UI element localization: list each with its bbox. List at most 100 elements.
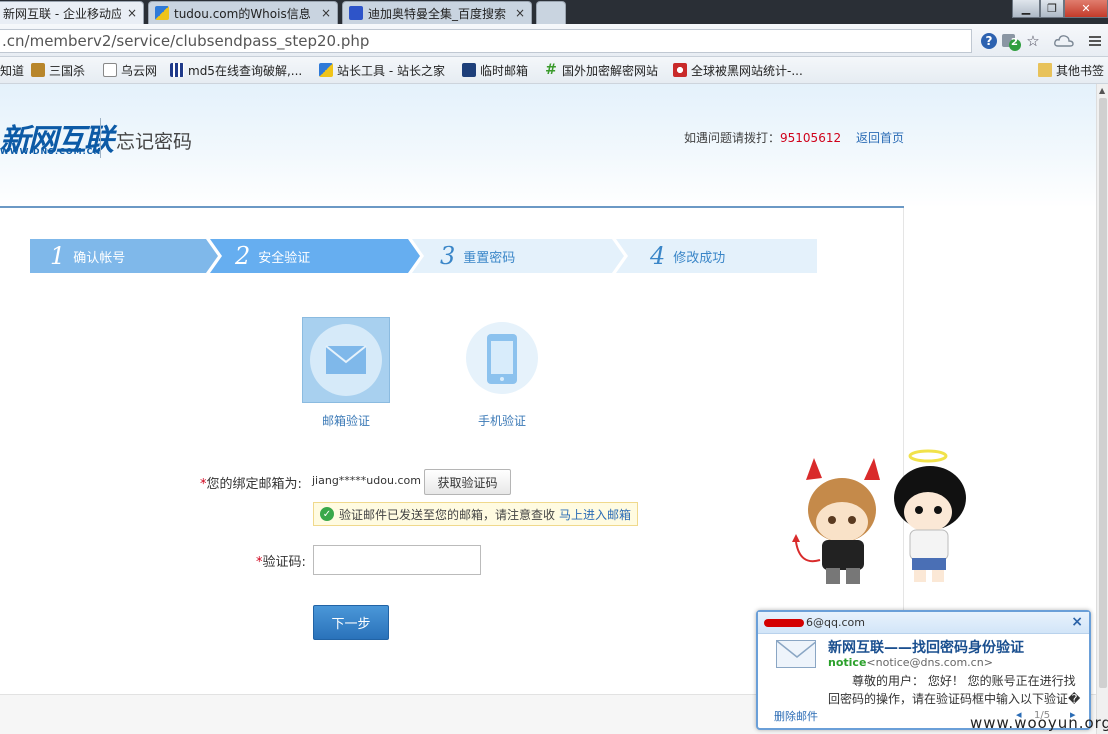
tab-whois[interactable]: tudou.com的Whois信息 × [148, 1, 338, 24]
check-circle-icon: ✓ [320, 507, 334, 521]
window-close-button[interactable]: ✕ [1064, 0, 1108, 18]
mobile-phone-icon [487, 334, 517, 384]
phone-verify-label[interactable]: 手机验证 [478, 412, 526, 429]
bound-email-value: jiang*****udou.com [312, 474, 421, 487]
step-label: 安全验证 [258, 250, 311, 266]
bookmark-crypto[interactable]: # 国外加密解密网站 [544, 61, 658, 79]
baidu-paw-icon [349, 6, 363, 20]
bookmark-label: md5在线查询破解,... [188, 63, 303, 78]
bookmark-zhidao[interactable]: 知道 [0, 61, 24, 79]
bookmark-wooyun[interactable]: 乌云网 [103, 61, 157, 79]
tab-close-icon[interactable]: × [127, 6, 137, 20]
wrench-menu-icon[interactable] [1085, 31, 1105, 51]
bookmark-label: 知道 [0, 63, 25, 78]
folder-icon [1038, 63, 1052, 77]
open-mailbox-link[interactable]: 马上进入邮箱 [559, 506, 631, 523]
sender-address: <notice@dns.com.cn> [866, 656, 993, 669]
bookmark-label: 三国杀 [49, 63, 86, 78]
notification-sender: notice<notice@dns.com.cn> [828, 656, 993, 669]
redacted-mark [764, 619, 804, 627]
email-notification-popup: 6@qq.com × 新网互联——找回密码身份验证 notice<notice@… [756, 610, 1091, 730]
shield-icon [673, 63, 687, 77]
delete-mail-link[interactable]: 删除邮件 [774, 708, 818, 724]
email-verify-label[interactable]: 邮箱验证 [322, 412, 370, 429]
tab-label: 迪加奥特曼全集_百度搜索 [368, 6, 507, 21]
step-reset-password: 3 重置密码 [440, 239, 515, 273]
watermark: www.wooyun.org [970, 714, 1108, 732]
address-bar-row: .cn/memberv2/service/clubsendpass_step20… [0, 24, 1108, 57]
code-label: *验证码: [256, 551, 306, 570]
sanguosha-icon [31, 63, 45, 77]
progress-steps: 1 确认帐号 2 安全验证 3 重置密码 4 修改成功 [30, 239, 817, 273]
tab-label: 新网互联 - 企业移动应用服 [3, 6, 121, 21]
email-verify-option[interactable] [302, 317, 390, 403]
new-tab-button[interactable] [536, 1, 566, 24]
step-success: 4 修改成功 [650, 239, 725, 273]
tab-xinnet[interactable]: 新网互联 - 企业移动应用服 × [0, 1, 144, 24]
minimize-button[interactable]: ▁ [1012, 0, 1040, 18]
step-label: 重置密码 [463, 250, 516, 266]
header-rule [0, 206, 904, 208]
phone-verify-option[interactable] [466, 322, 538, 394]
step-security-verify: 2 安全验证 [235, 239, 310, 273]
notification-header: 6@qq.com × [758, 612, 1089, 634]
envelope-icon [325, 345, 367, 374]
envelope-icon [776, 640, 816, 668]
cloud-icon[interactable] [1054, 31, 1074, 51]
hotline-number: 95105612 [780, 131, 842, 145]
bookmark-md5[interactable]: md5在线查询破解,... [170, 61, 302, 79]
notification-body-line: 尊敬的用户： 您好！ 您的账号正在进行找 [852, 674, 1076, 688]
home-link[interactable]: 返回首页 [856, 129, 904, 146]
hash-icon: # [545, 62, 557, 78]
grid-icon [170, 63, 184, 77]
step-number: 2 [235, 242, 251, 270]
mail-icon [462, 63, 476, 77]
next-step-button[interactable]: 下一步 [313, 605, 389, 640]
page-icon [103, 63, 117, 77]
step-label: 修改成功 [673, 250, 726, 266]
notification-body-line: 回密码的操作，请在验证码框中输入以下验证� [828, 692, 1081, 706]
notification-account: 6@qq.com [806, 616, 865, 629]
url-input[interactable]: .cn/memberv2/service/clubsendpass_step20… [0, 29, 972, 53]
email-sent-notice: ✓ 验证邮件已发送至您的邮箱，请注意查收 马上进入邮箱 [313, 502, 638, 526]
bookmark-label: 乌云网 [121, 63, 158, 78]
star-icon[interactable]: ☆ [1023, 31, 1043, 51]
chinaz-icon [319, 63, 333, 77]
chinaz-icon [155, 6, 169, 20]
bookmark-label: 站长工具 - 站长之家 [337, 63, 445, 78]
step-confirm-account: 1 确认帐号 [50, 239, 125, 273]
scroll-up-icon[interactable]: ▲ [1099, 86, 1107, 95]
browser-tab-bar: 新网互联 - 企业移动应用服 × tudou.com的Whois信息 × 迪加奥… [0, 0, 1108, 24]
notification-body: 尊敬的用户： 您好！ 您的账号正在进行找 回密码的操作，请在验证码框中输入以下验… [828, 672, 1086, 708]
tab-close-icon[interactable]: × [321, 6, 331, 20]
email-sent-text: 验证邮件已发送至您的邮箱，请注意查收 [339, 507, 556, 522]
tab-label: tudou.com的Whois信息 [174, 6, 311, 21]
cartoon-characters-image [792, 449, 966, 584]
bookmark-label: 全球被黑网站统计-... [691, 63, 803, 78]
page-scrollbar[interactable]: ▲ [1096, 84, 1108, 734]
bookmark-tempmail[interactable]: 临时邮箱 [462, 61, 528, 79]
maximize-button[interactable]: ❐ [1040, 0, 1064, 18]
bookmark-chinaz[interactable]: 站长工具 - 站长之家 [319, 61, 445, 79]
tab-close-icon[interactable]: × [515, 6, 525, 20]
bookmark-sanguosha[interactable]: 三国杀 [31, 61, 85, 79]
hotline-label: 如遇问题请拨打： [684, 131, 781, 145]
verification-code-input[interactable] [313, 545, 481, 575]
notification-close-icon[interactable]: × [1071, 614, 1083, 630]
scrollbar-thumb[interactable] [1099, 98, 1107, 688]
other-bookmarks[interactable]: 其他书签 [1038, 61, 1104, 79]
extension-badge: 2 [1011, 37, 1018, 48]
site-logo-url: WWW.DNS.COM.CN [0, 147, 102, 156]
code-label-text: 验证码: [262, 555, 306, 570]
email-option-circle [310, 324, 382, 396]
hotline: 如遇问题请拨打：95105612 [684, 129, 841, 146]
get-code-button[interactable]: 获取验证码 [424, 469, 511, 495]
notification-title[interactable]: 新网互联——找回密码身份验证 [828, 637, 1024, 657]
bookmark-hacked-stats[interactable]: 全球被黑网站统计-... [673, 61, 803, 79]
tab-baidu[interactable]: 迪加奥特曼全集_百度搜索 × [342, 1, 532, 24]
header-divider [100, 118, 101, 158]
bookmark-label: 临时邮箱 [480, 63, 529, 78]
help-icon[interactable]: ? [979, 31, 999, 51]
svg-text:?: ? [986, 34, 993, 48]
step-number: 1 [50, 242, 66, 270]
